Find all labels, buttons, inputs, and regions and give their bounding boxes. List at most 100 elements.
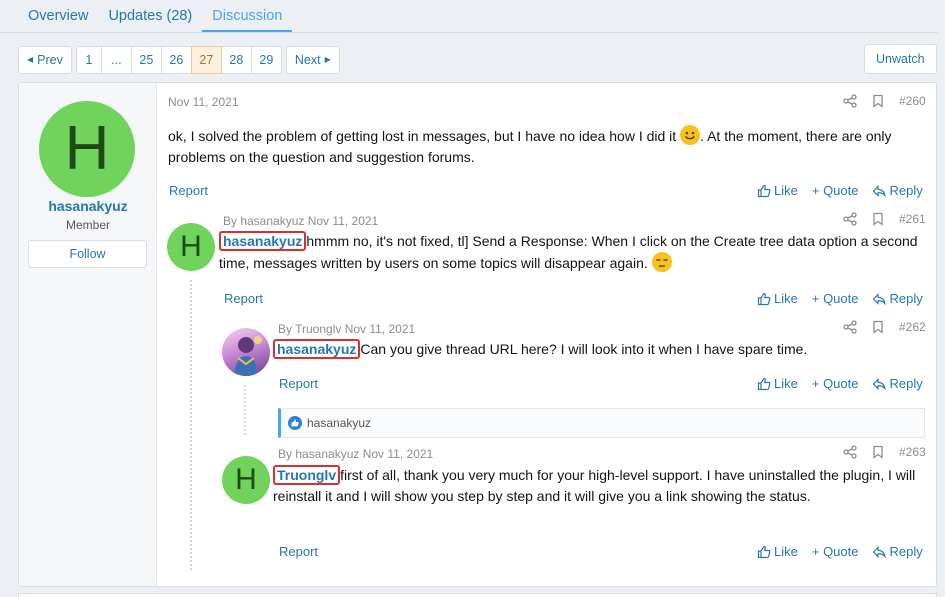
reply-button[interactable]: Reply	[872, 291, 923, 306]
chevron-left-icon: ◀	[27, 55, 34, 64]
chevron-right-icon: ▶	[324, 55, 331, 64]
post-actions: Like + Quote Reply	[757, 183, 923, 198]
pagination: ◀ Prev 1 ... 25 26 27 28 29 Next ▶	[18, 46, 340, 74]
bookmark-icon[interactable]	[871, 445, 885, 459]
reaction-user[interactable]: hasanakyuz	[307, 416, 371, 430]
page-26[interactable]: 26	[160, 46, 192, 74]
reply-button[interactable]: Reply	[872, 376, 923, 391]
post-text: Can you give thread URL here? I will loo…	[360, 341, 808, 357]
mention-link[interactable]: Truonglv	[273, 465, 341, 485]
post-number[interactable]: #261	[899, 212, 926, 226]
like-button[interactable]: Like	[757, 376, 798, 391]
reply-label: Reply	[889, 183, 923, 198]
avatar[interactable]: H	[39, 101, 135, 197]
prev-label: Prev	[37, 53, 63, 67]
post-number[interactable]: #262	[899, 320, 926, 334]
reply-button[interactable]: Reply	[872, 544, 923, 559]
thread-connector	[244, 385, 246, 435]
like-label: Like	[774, 183, 798, 198]
avatar[interactable]: H	[167, 223, 215, 271]
post-text: hmmm no, it's not fixed, tl] Send a Resp…	[219, 233, 918, 271]
bookmark-icon[interactable]	[871, 320, 885, 334]
mention-link[interactable]: hasanakyuz	[219, 231, 307, 251]
thumbs-up-icon	[757, 377, 771, 390]
page-1[interactable]: 1	[75, 46, 102, 74]
thumbs-up-icon	[757, 545, 771, 558]
like-button[interactable]: Like	[757, 291, 798, 306]
next-post-card-edge	[18, 593, 937, 597]
author-role: Member	[65, 218, 110, 232]
quote-button[interactable]: + Quote	[812, 376, 859, 391]
follow-button[interactable]: Follow	[28, 240, 147, 268]
page-ellipsis[interactable]: ...	[100, 46, 132, 74]
report-link[interactable]: Report	[224, 291, 263, 306]
tab-discussion[interactable]: Discussion	[202, 0, 293, 32]
share-icon[interactable]	[843, 320, 857, 334]
bookmark-icon[interactable]	[871, 94, 885, 108]
next-label: Next	[294, 53, 321, 67]
quote-button[interactable]: + Quote	[812, 544, 859, 559]
post-body: ok, I solved the problem of getting lost…	[168, 125, 928, 168]
like-label: Like	[774, 544, 798, 559]
tab-updates[interactable]: Updates (28)	[98, 0, 202, 32]
post-tools: #260	[843, 94, 926, 108]
like-label: Like	[774, 291, 798, 306]
tab-bar: Overview Updates (28) Discussion	[18, 0, 293, 32]
tab-overview[interactable]: Overview	[18, 0, 98, 32]
page-28[interactable]: 28	[220, 46, 252, 74]
post-tools: #263	[843, 445, 926, 459]
page-25[interactable]: 25	[130, 46, 162, 74]
reply-button[interactable]: Reply	[872, 183, 923, 198]
post-text: ok, I solved the problem of getting lost…	[168, 128, 677, 144]
post-tools: #261	[843, 212, 926, 226]
reply-icon	[873, 184, 887, 198]
like-label: Like	[774, 376, 798, 391]
report-link[interactable]: Report	[279, 544, 318, 559]
unamused-emoji-icon	[651, 252, 672, 272]
quote-button[interactable]: + Quote	[812, 183, 859, 198]
reply-label: Reply	[889, 376, 923, 391]
post-date[interactable]: By hasanakyuz Nov 11, 2021	[278, 447, 433, 461]
reply-label: Reply	[889, 544, 923, 559]
page-27-current[interactable]: 27	[190, 46, 222, 74]
reply-label: Reply	[889, 291, 923, 306]
like-button[interactable]: Like	[757, 183, 798, 198]
post-number[interactable]: #260	[899, 94, 926, 108]
author-name[interactable]: hasanakyuz	[19, 198, 157, 214]
post-actions: Like + Quote Reply	[757, 291, 923, 306]
post-number[interactable]: #263	[899, 445, 926, 459]
thread-connector	[190, 280, 192, 570]
avatar[interactable]: H	[222, 456, 270, 504]
unwatch-button[interactable]: Unwatch	[864, 44, 937, 74]
reactions-bar[interactable]: hasanakyuz	[278, 408, 925, 438]
like-button[interactable]: Like	[757, 544, 798, 559]
tab-divider	[0, 32, 938, 33]
report-link[interactable]: Report	[169, 183, 208, 198]
report-link[interactable]: Report	[279, 376, 318, 391]
post-body: hasanakyuz Can you give thread URL here? …	[273, 339, 925, 360]
post-text: first of all, thank you very much for yo…	[273, 467, 916, 504]
post-date[interactable]: By Truonglv Nov 11, 2021	[278, 322, 415, 336]
next-page-button[interactable]: Next ▶	[285, 46, 340, 74]
mention-link[interactable]: hasanakyuz	[273, 339, 361, 359]
reply-icon	[873, 377, 887, 391]
thumbs-up-icon	[757, 184, 771, 197]
bookmark-icon[interactable]	[871, 212, 885, 226]
reply-icon	[873, 292, 887, 306]
reply-icon	[873, 545, 887, 559]
page-29[interactable]: 29	[250, 46, 282, 74]
post-date[interactable]: By hasanakyuz Nov 11, 2021	[223, 214, 378, 228]
share-icon[interactable]	[843, 212, 857, 226]
like-reaction-icon	[288, 416, 302, 430]
post-tools: #262	[843, 320, 926, 334]
post-date[interactable]: Nov 11, 2021	[168, 95, 239, 109]
page-numbers: 1 ... 25 26 27 28 29	[75, 46, 282, 74]
share-icon[interactable]	[843, 94, 857, 108]
thumbs-up-icon	[757, 292, 771, 305]
quote-button[interactable]: + Quote	[812, 291, 859, 306]
post-body: hasanakyuz hmmm no, it's not fixed, tl] S…	[219, 231, 925, 274]
share-icon[interactable]	[843, 445, 857, 459]
post-actions: Like + Quote Reply	[757, 544, 923, 559]
prev-page-button[interactable]: ◀ Prev	[18, 46, 72, 74]
avatar[interactable]	[222, 328, 270, 376]
